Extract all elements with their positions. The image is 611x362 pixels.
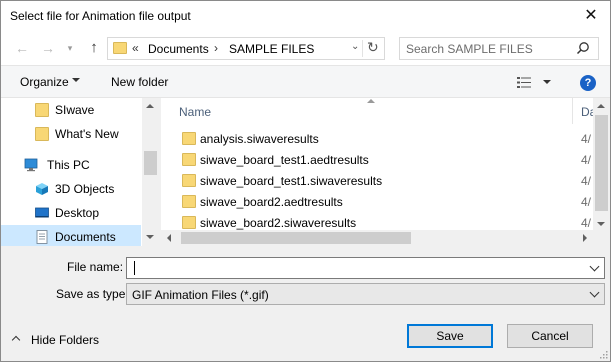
forward-arrow-icon[interactable]: → xyxy=(39,39,57,57)
scroll-right-arrow-icon[interactable] xyxy=(583,234,587,242)
folder-icon xyxy=(182,216,196,229)
file-name: siwave_board2.siwaveresults xyxy=(200,216,357,230)
folder-icon xyxy=(35,127,49,141)
nav-item-label: Desktop xyxy=(55,206,100,220)
file-name: siwave_board_test1.aedtresults xyxy=(200,153,369,167)
title-bar: Select file for Animation file output ✕ xyxy=(1,1,610,32)
nav-item-desktop[interactable]: Desktop xyxy=(1,201,141,225)
scroll-up-arrow-icon[interactable] xyxy=(146,104,154,108)
folder-icon xyxy=(182,174,196,187)
documents-icon xyxy=(36,230,48,244)
file-name-field[interactable] xyxy=(126,257,605,279)
folder-icon xyxy=(182,195,196,208)
cube-icon xyxy=(36,183,48,195)
back-arrow-icon[interactable]: ← xyxy=(13,39,31,57)
refresh-icon[interactable]: ↻ xyxy=(367,39,379,56)
scroll-thumb[interactable] xyxy=(595,115,608,211)
view-options-chevron-icon[interactable] xyxy=(543,80,551,84)
save-as-type-select[interactable]: GIF Animation Files (*.gif) xyxy=(126,283,605,305)
chevron-down-icon xyxy=(589,287,600,298)
recent-locations-icon[interactable]: ▾ xyxy=(61,39,79,57)
hide-folders-label: Hide Folders xyxy=(31,333,100,347)
file-name-label: File name: xyxy=(67,260,124,274)
save-as-type-value: GIF Animation Files (*.gif) xyxy=(132,288,269,302)
help-icon[interactable]: ? xyxy=(580,75,596,91)
up-arrow-icon[interactable]: ↑ xyxy=(85,39,103,57)
breadcrumb-documents[interactable]: Documents xyxy=(148,42,209,56)
file-row[interactable]: siwave_board2.aedtresults 4/ xyxy=(161,192,593,213)
breadcrumb-separator[interactable]: › xyxy=(214,41,218,55)
search-input[interactable]: Search SAMPLE FILES xyxy=(399,37,599,60)
column-divider[interactable] xyxy=(572,98,573,124)
search-icon xyxy=(576,42,589,55)
file-date: 4/ xyxy=(581,195,592,209)
cancel-button[interactable]: Cancel xyxy=(507,324,593,348)
chevron-down-icon[interactable] xyxy=(589,261,600,272)
scrollbar-corner xyxy=(593,230,610,246)
file-row[interactable]: siwave_board_test1.siwaveresults 4/ xyxy=(161,171,593,192)
computer-icon xyxy=(24,158,38,172)
file-name: siwave_board_test1.siwaveresults xyxy=(200,174,383,188)
folder-icon xyxy=(182,132,196,145)
breadcrumb-sample-files[interactable]: SAMPLE FILES xyxy=(229,42,314,56)
folder-icon xyxy=(113,42,127,54)
save-as-type-label: Save as type: xyxy=(56,287,129,301)
nav-item-label: 3D Objects xyxy=(55,182,115,196)
desktop-icon xyxy=(35,207,49,218)
search-placeholder: Search SAMPLE FILES xyxy=(406,42,533,56)
column-name-header[interactable]: Name xyxy=(179,105,211,119)
overflow-chevron[interactable]: « xyxy=(132,41,139,55)
address-bar[interactable]: « Documents › SAMPLE FILES ⌄ ↻ xyxy=(107,37,385,60)
sort-ascending-icon xyxy=(367,99,375,103)
nav-item-siwave[interactable]: SIwave xyxy=(1,98,141,122)
command-bar: Organize New folder ? xyxy=(1,65,610,98)
chevron-up-icon xyxy=(11,335,21,345)
organize-button[interactable]: Organize xyxy=(20,75,69,89)
organize-chevron-icon[interactable] xyxy=(72,78,80,82)
resize-grip-icon[interactable] xyxy=(598,349,608,359)
nav-scrollbar[interactable] xyxy=(142,98,159,246)
file-date: 4/ xyxy=(581,216,592,230)
nav-item-label: What's New xyxy=(55,127,119,141)
nav-item-this-pc[interactable]: This PC xyxy=(1,153,141,177)
window-title: Select file for Animation file output xyxy=(10,9,191,23)
view-details-icon[interactable] xyxy=(517,77,531,88)
save-button[interactable]: Save xyxy=(407,324,493,348)
scroll-down-arrow-icon[interactable] xyxy=(597,222,605,226)
new-folder-button[interactable]: New folder xyxy=(111,75,168,89)
file-list-horizontal-scrollbar[interactable] xyxy=(161,230,593,246)
nav-item-label: Documents xyxy=(55,230,116,244)
scroll-thumb[interactable] xyxy=(181,232,411,244)
file-list-vertical-scrollbar[interactable] xyxy=(593,98,610,230)
text-caret xyxy=(134,261,135,275)
save-file-dialog: Select file for Animation file output ✕ … xyxy=(0,0,611,362)
nav-item-3d-objects[interactable]: 3D Objects xyxy=(1,177,141,201)
scroll-down-arrow-icon[interactable] xyxy=(146,235,154,239)
address-dropdown-icon[interactable]: ⌄ xyxy=(351,41,359,52)
address-divider xyxy=(362,40,363,57)
scroll-thumb[interactable] xyxy=(144,151,157,175)
nav-item-label: This PC xyxy=(47,158,90,172)
folder-icon xyxy=(35,103,49,117)
nav-item-label: SIwave xyxy=(55,103,95,117)
file-date: 4/ xyxy=(581,153,592,167)
file-date: 4/ xyxy=(581,174,592,188)
file-name: analysis.siwaveresults xyxy=(200,132,319,146)
scroll-left-arrow-icon[interactable] xyxy=(167,234,171,242)
scroll-up-arrow-icon[interactable] xyxy=(597,104,605,108)
file-list: Name Da analysis.siwaveresults 4/ siwave… xyxy=(161,98,610,246)
folder-icon xyxy=(182,153,196,166)
navigation-pane: SIwave What's New This PC 3D Objects Des… xyxy=(1,98,159,246)
file-row[interactable]: analysis.siwaveresults 4/ xyxy=(161,129,593,150)
file-name: siwave_board2.aedtresults xyxy=(200,195,343,209)
nav-item-documents[interactable]: Documents xyxy=(1,225,141,246)
address-row: ← → ▾ ↑ « Documents › SAMPLE FILES ⌄ ↻ S… xyxy=(1,32,610,65)
file-row[interactable]: siwave_board_test1.aedtresults 4/ xyxy=(161,150,593,171)
column-header: Name Da xyxy=(161,98,596,124)
file-date: 4/ xyxy=(581,132,592,146)
nav-item-whats-new[interactable]: What's New xyxy=(1,122,141,146)
close-button[interactable]: ✕ xyxy=(582,7,600,25)
